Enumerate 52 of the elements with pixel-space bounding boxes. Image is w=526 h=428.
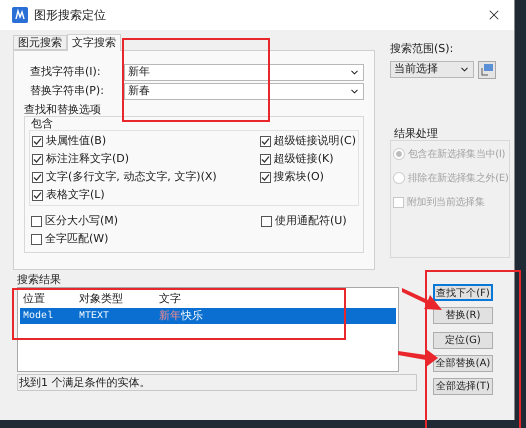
- dialog-button[interactable]: 全部替换(A): [433, 355, 493, 372]
- table-cell-text: MTEXT: [78, 310, 110, 324]
- checkbox-label: 块属性值(B): [46, 132, 106, 149]
- text-field[interactable]: 新年: [124, 64, 364, 81]
- scope-label: 搜索范围(S):: [390, 41, 454, 57]
- checkbox-label: 全字匹配(W): [45, 230, 108, 247]
- checkbox[interactable]: [260, 136, 271, 146]
- checkbox[interactable]: [32, 172, 43, 182]
- checkbox-label: 超级链接(K): [274, 150, 334, 167]
- field-label: 查找字符串(I):: [30, 64, 102, 80]
- field-label: 替换字符串(P):: [30, 83, 105, 100]
- scope-dropdown[interactable]: 当前选择: [390, 61, 474, 78]
- column-header[interactable]: 对象类型: [76, 290, 156, 308]
- checkbox-label: 搜索块(O): [274, 168, 324, 185]
- app-icon: [12, 7, 28, 23]
- checkbox[interactable]: [32, 154, 43, 164]
- checkbox[interactable]: [261, 216, 272, 226]
- select-icon: [480, 63, 494, 76]
- dialog-button[interactable]: 全部选择(T): [433, 378, 493, 395]
- table-cell-text: 新年快乐: [158, 308, 204, 324]
- checkbox-label: 使用通配符(U): [275, 212, 347, 229]
- tab[interactable]: 图元搜索: [13, 35, 67, 50]
- section-title: 搜索结果: [17, 273, 62, 287]
- checkbox[interactable]: [260, 154, 271, 164]
- option-label: 包含在新选择集当中(I): [408, 148, 506, 162]
- column-header[interactable]: 文字: [156, 290, 184, 308]
- dialog-button[interactable]: 定位(G): [433, 332, 493, 349]
- checkbox-label: 区分大小写(M): [45, 212, 118, 229]
- column-header[interactable]: 位置: [20, 290, 76, 308]
- table-cell-text: Model: [22, 310, 54, 324]
- checkbox-label: 文字(多行文字, 动态文字, 文字)(X): [46, 168, 217, 185]
- checkbox[interactable]: [31, 216, 42, 226]
- checkbox-label: 超级链接说明(C): [274, 132, 356, 149]
- dialog-button[interactable]: 查找下个(F): [433, 284, 493, 301]
- checkbox[interactable]: [260, 172, 271, 182]
- text-field[interactable]: 新春: [124, 83, 364, 100]
- group-title: 查找和替换选项: [24, 104, 102, 116]
- option-label: 附加到当前选择集: [407, 196, 485, 210]
- checkbox[interactable]: [32, 136, 43, 146]
- tab[interactable]: 文字搜索: [67, 34, 121, 51]
- window-title: 图形搜索定位: [34, 7, 106, 24]
- select-objects-button[interactable]: [478, 60, 496, 78]
- checkbox[interactable]: [31, 234, 42, 244]
- group-title: 结果处理: [394, 126, 439, 140]
- checkbox-label: 表格文字(L): [46, 186, 105, 203]
- dialog-button[interactable]: 替换(R): [433, 307, 493, 324]
- checkbox[interactable]: [32, 190, 43, 200]
- status-bar: 找到1 个满足条件的实体。: [17, 374, 417, 391]
- option-label: 排除在新选择集之外(E): [408, 172, 509, 186]
- group-title: 包含: [31, 117, 54, 130]
- checkbox-label: 标注注释文字(D): [46, 150, 130, 167]
- result-row[interactable]: Model MTEXT 新年快乐: [20, 308, 396, 324]
